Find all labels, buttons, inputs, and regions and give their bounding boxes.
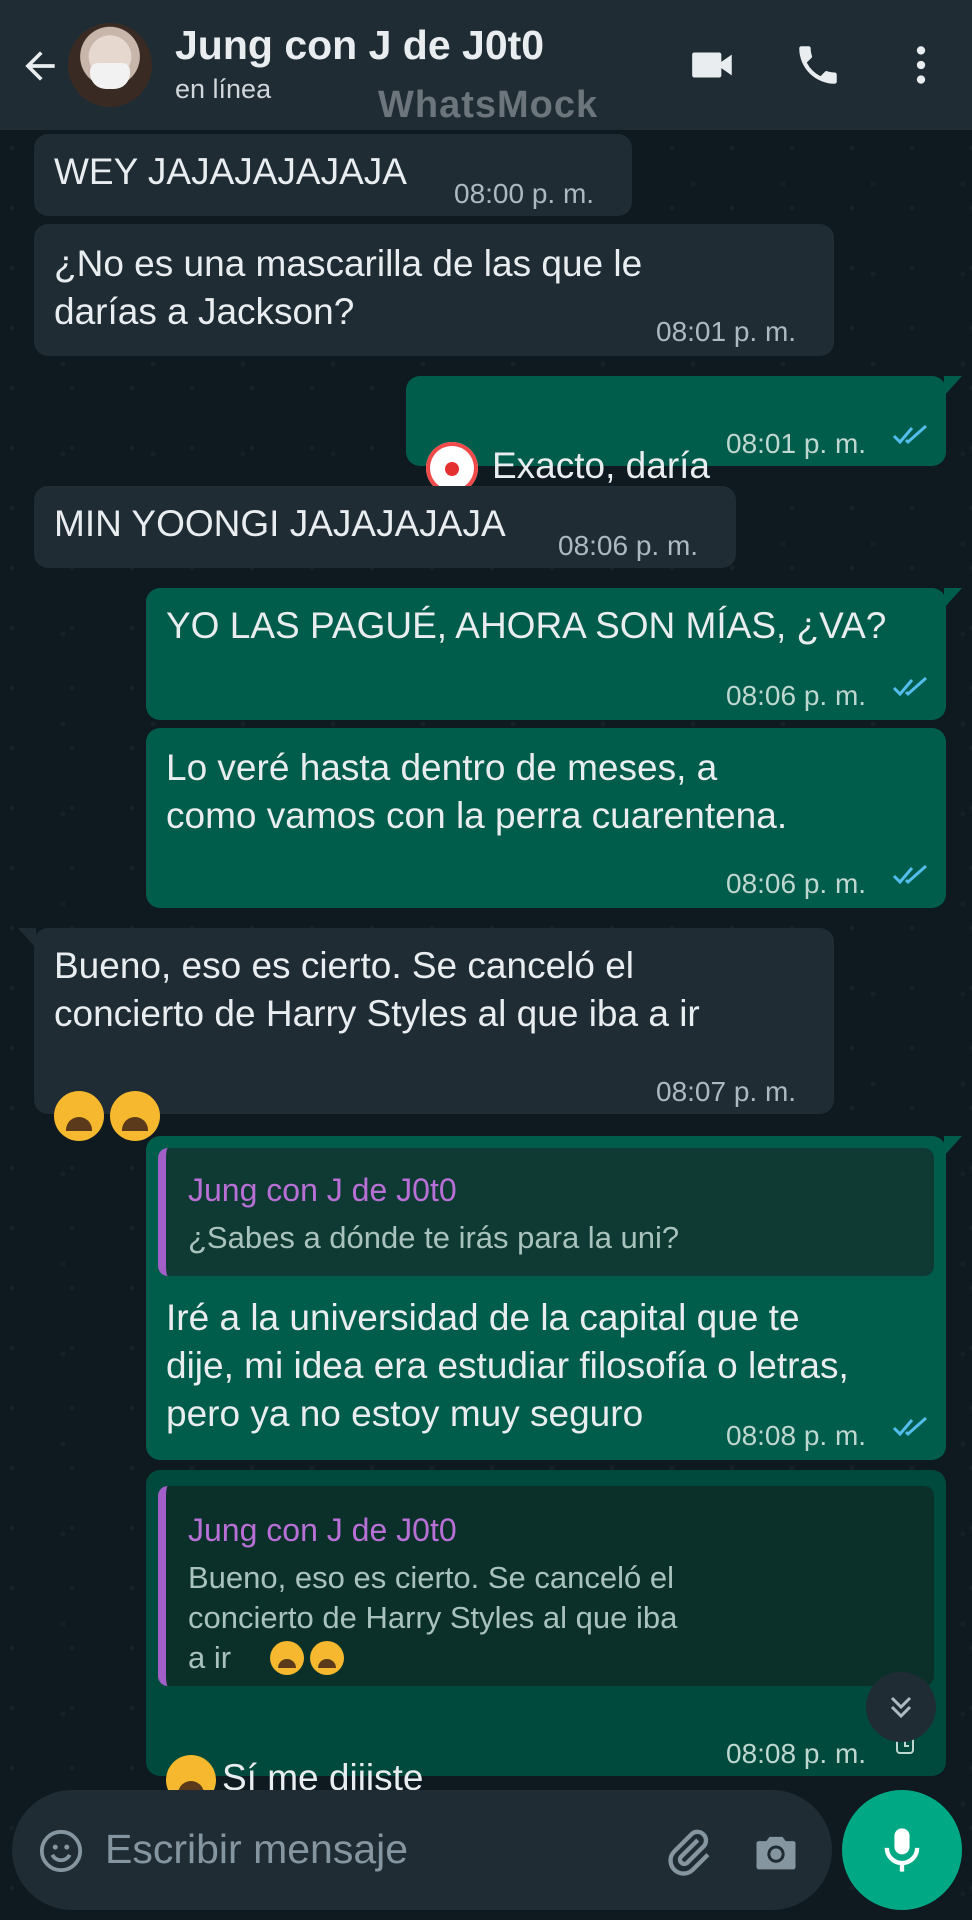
chat-header: Jung con J de J0t0 en línea WhatsMock bbox=[0, 0, 972, 130]
message-bubble-incoming[interactable]: Bueno, eso es cierto. Se canceló el conc… bbox=[18, 928, 834, 1142]
quoted-text: ¿Sabes a dónde te irás para la uni? bbox=[188, 1220, 680, 1255]
message-time: 08:08 p. m. bbox=[726, 1738, 867, 1769]
mic-button[interactable] bbox=[842, 1790, 962, 1910]
quoted-author: Jung con J de J0t0 bbox=[188, 1512, 457, 1548]
message-text: Bueno, eso es cierto. Se canceló el conc… bbox=[54, 945, 700, 1034]
message-bubble-outgoing-reply[interactable]: Jung con J de J0t0 ¿Sabes a dónde te irá… bbox=[146, 1136, 962, 1460]
quoted-author: Jung con J de J0t0 bbox=[188, 1172, 457, 1208]
more-options-icon[interactable] bbox=[896, 40, 946, 90]
read-ticks-icon bbox=[892, 424, 927, 445]
message-text: Lo veré hasta dentro de meses, a como va… bbox=[166, 747, 788, 836]
read-ticks-icon bbox=[892, 676, 927, 697]
message-time: 08:06 p. m. bbox=[726, 868, 867, 899]
back-arrow-icon[interactable] bbox=[18, 44, 62, 88]
message-time: 08:08 p. m. bbox=[726, 1420, 867, 1451]
message-text: ¿No es una mascarilla de las que le darí… bbox=[54, 243, 643, 332]
message-time: 08:01 p. m. bbox=[726, 428, 867, 459]
contact-name[interactable]: Jung con J de J0t0 bbox=[175, 22, 544, 69]
quoted-message[interactable]: Jung con J de J0t0 Bueno, eso es cierto.… bbox=[158, 1486, 934, 1686]
message-bubble-outgoing[interactable]: Lo veré hasta dentro de meses, a como va… bbox=[146, 728, 946, 908]
emoji-icon[interactable] bbox=[38, 1828, 84, 1874]
weary-face-emoji bbox=[54, 1091, 104, 1142]
mic-icon bbox=[884, 1828, 920, 1872]
message-time: 08:06 p. m. bbox=[558, 530, 699, 561]
attach-icon[interactable] bbox=[662, 1826, 714, 1878]
message-time: 08:07 p. m. bbox=[656, 1076, 797, 1107]
message-time: 08:06 p. m. bbox=[726, 680, 867, 711]
quoted-message[interactable]: Jung con J de J0t0 ¿Sabes a dónde te irá… bbox=[158, 1148, 934, 1276]
camera-icon[interactable] bbox=[750, 1826, 802, 1878]
message-text: MIN YOONGI JAJAJAJAJA bbox=[54, 503, 506, 544]
video-call-icon[interactable] bbox=[688, 40, 738, 90]
weary-face-emoji bbox=[310, 1641, 344, 1676]
voice-call-icon[interactable] bbox=[793, 40, 843, 90]
message-text: WEY JAJAJAJAJAJA bbox=[54, 151, 407, 192]
emoji-row bbox=[54, 1042, 166, 1142]
quoted-emoji-row bbox=[270, 1632, 350, 1680]
message-text: Exacto, daría bbox=[492, 445, 711, 486]
quoted-text: Bueno, eso es cierto. Se canceló el conc… bbox=[188, 1560, 678, 1675]
contact-avatar[interactable] bbox=[68, 23, 152, 107]
double-chevron-down-icon bbox=[890, 1696, 912, 1719]
read-ticks-icon bbox=[892, 864, 927, 885]
message-bubble-incoming[interactable]: MIN YOONGI JAJAJAJAJA 08:06 p. m. bbox=[34, 486, 736, 568]
message-bubble-incoming[interactable]: WEY JAJAJAJAJAJA 08:00 p. m. bbox=[34, 134, 632, 216]
read-ticks-icon bbox=[892, 1416, 927, 1437]
weary-face-emoji bbox=[110, 1091, 160, 1142]
watermark: WhatsMock bbox=[378, 84, 599, 126]
message-time: 08:00 p. m. bbox=[454, 178, 595, 209]
message-text: YO LAS PAGUÉ, AHORA SON MÍAS, ¿VA? bbox=[166, 605, 887, 646]
message-bubble-outgoing-reply[interactable]: Jung con J de J0t0 Bueno, eso es cierto.… bbox=[146, 1470, 946, 1806]
message-bubble-outgoing[interactable]: YO LAS PAGUÉ, AHORA SON MÍAS, ¿VA? 08:06… bbox=[146, 588, 962, 720]
scroll-to-bottom-button[interactable] bbox=[866, 1672, 936, 1742]
weary-face-emoji bbox=[270, 1641, 304, 1676]
message-input[interactable]: Escribir mensaje bbox=[105, 1826, 408, 1873]
contact-status: en línea bbox=[175, 74, 272, 104]
message-bubble-outgoing[interactable]: Exacto, daría 08:01 p. m. bbox=[406, 376, 962, 495]
message-time: 08:01 p. m. bbox=[656, 316, 797, 347]
message-bubble-incoming[interactable]: ¿No es una mascarilla de las que le darí… bbox=[34, 224, 834, 356]
